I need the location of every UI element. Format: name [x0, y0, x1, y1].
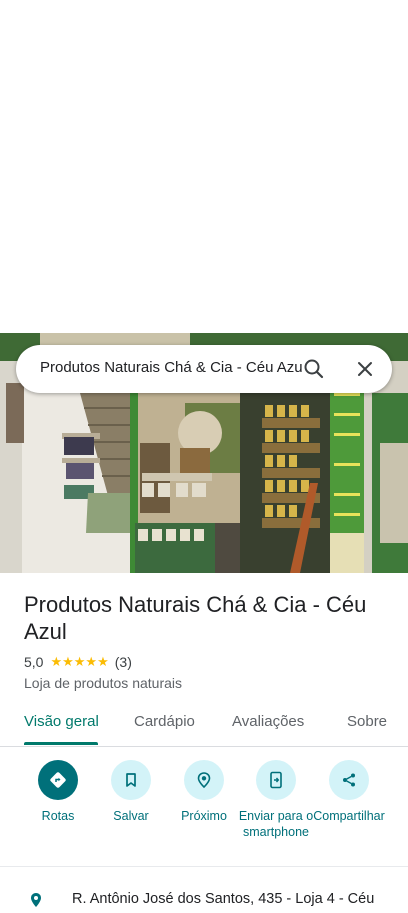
active-tab-indicator	[24, 742, 98, 745]
tab-overview[interactable]: Visão geral	[24, 713, 99, 730]
search-bar[interactable]: Produtos Naturais Chá & Cia - Céu Azul	[16, 345, 392, 393]
search-input[interactable]: Produtos Naturais Chá & Cia - Céu Azul	[40, 359, 302, 381]
place-category[interactable]: Loja de produtos naturais	[24, 675, 182, 691]
rating-row[interactable]: 5,0 ★★★★★ (3)	[24, 653, 132, 671]
tab-reviews[interactable]: Avaliações	[232, 713, 304, 730]
review-count[interactable]: (3)	[115, 654, 132, 670]
search-icon	[304, 359, 324, 379]
save-label: Salvar	[113, 809, 149, 823]
nearby-button[interactable]: Próximo	[164, 760, 244, 824]
bookmark-icon	[126, 773, 136, 787]
map-blank-area	[0, 0, 408, 333]
tab-about[interactable]: Sobre	[347, 713, 387, 730]
send-to-phone-button[interactable]: Enviar para o smartphone	[236, 760, 316, 840]
rating-value: 5,0	[24, 654, 44, 670]
close-button[interactable]	[351, 355, 379, 383]
tab-menu[interactable]: Cardápio	[134, 713, 195, 730]
directions-label: Rotas	[41, 809, 75, 823]
divider	[0, 866, 408, 867]
close-icon	[358, 362, 372, 376]
address-text[interactable]: R. Antônio José dos Santos, 435 - Loja 4…	[72, 891, 374, 907]
save-button[interactable]: Salvar	[91, 760, 171, 824]
tab-bar: Visão geral Cardápio Avaliações Sobre	[0, 703, 408, 747]
nearby-icon	[197, 772, 211, 789]
share-icon	[343, 773, 355, 787]
nearby-label: Próximo	[181, 809, 227, 823]
search-button[interactable]	[300, 355, 328, 383]
share-button[interactable]: Compartilhar	[309, 760, 389, 824]
share-label: Compartilhar	[313, 809, 385, 823]
action-buttons: Rotas Salvar Próximo Enviar para o smart…	[0, 747, 408, 865]
star-rating-icon: ★★★★★	[50, 654, 109, 669]
send-to-phone-label: Enviar para o smartphone	[238, 809, 314, 839]
directions-button[interactable]: Rotas	[18, 760, 98, 824]
send-to-phone-icon	[270, 771, 282, 789]
place-title: Produtos Naturais Chá & Cia - Céu Azul	[24, 592, 367, 644]
directions-icon	[50, 772, 66, 788]
